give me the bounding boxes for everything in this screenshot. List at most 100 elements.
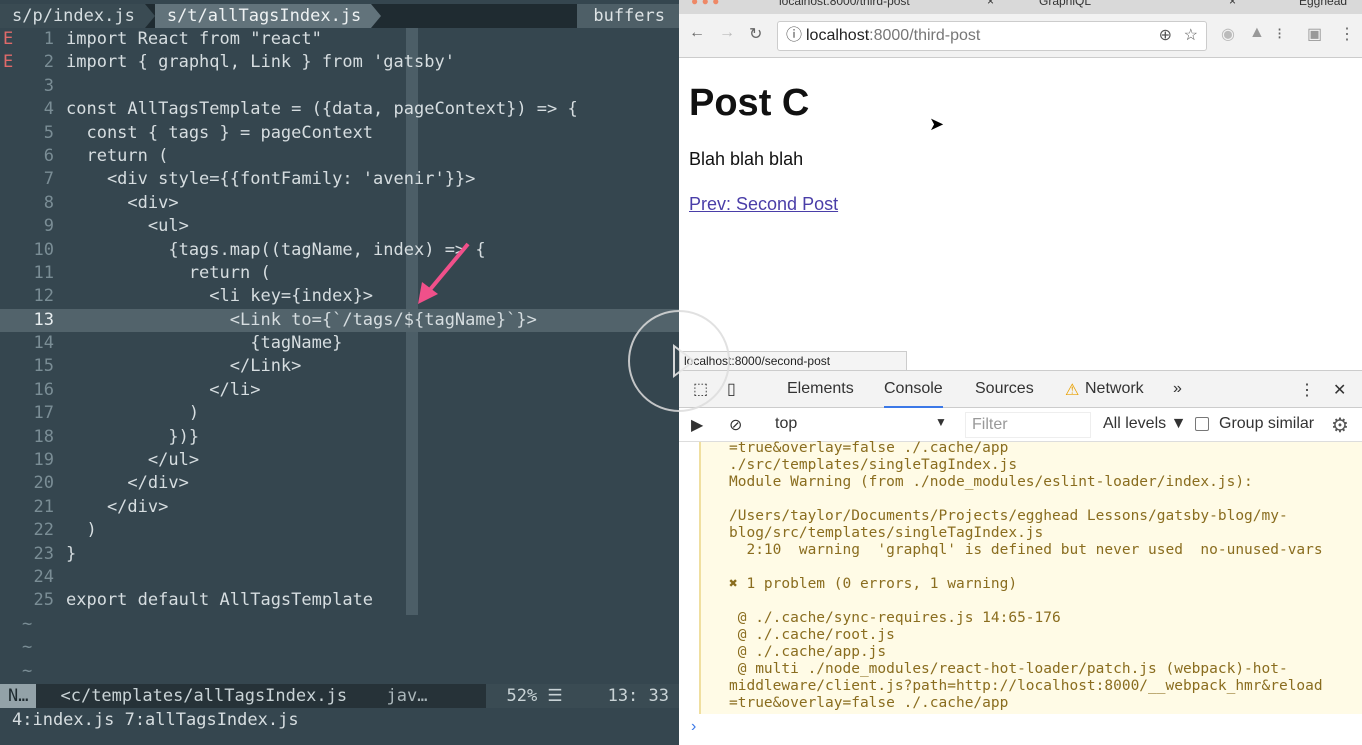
code-line[interactable]: E 2 import { graphql, Link } from 'gatsby' [0,51,679,74]
empty-line: ~ [0,613,679,636]
code-line[interactable]: 7 <div style={{fontFamily: 'avenir'}}> [0,168,679,191]
code-line[interactable]: 9 <ul> [0,215,679,238]
prev-post-link[interactable]: Prev: Second Post [689,194,1349,215]
bookmark-star-icon[interactable]: ☆ [1184,22,1198,50]
line-text: {tagName} [66,333,343,354]
code-line[interactable]: 21 </div> [0,496,679,519]
line-text: <div> [66,192,179,213]
filter-input[interactable]: Filter [965,412,1091,438]
back-icon[interactable]: ← [689,24,705,42]
console-line: middleware/client.js?path=http://localho… [729,678,1323,694]
line-number: 16 [33,379,54,400]
line-number: 18 [33,426,54,447]
code-line[interactable]: 8 <div> [0,192,679,215]
line-text: ) [66,520,97,541]
code-line[interactable]: 25 export default AllTagsTemplate [0,589,679,612]
code-line[interactable]: 13 <Link to={`/tags/${tagName}`}> [0,308,679,333]
code-line[interactable]: 18 })} [0,426,679,449]
tab-graphiql[interactable]: GraphiQL [1039,0,1091,14]
more-tabs-icon[interactable]: » [1173,380,1182,398]
code-line[interactable]: 4 const AllTagsTemplate = ({data, pageCon… [0,98,679,121]
code-editor[interactable]: s/p/index.js s/t/allTagsIndex.js buffers… [0,0,679,745]
group-similar-label: Group similar [1219,415,1315,432]
tab-close-icon[interactable]: × [987,0,994,14]
code-line[interactable]: E 1 import React from "react" [0,28,679,51]
address-bar[interactable]: ⓘ localhost:8000/third-post ⊕ ☆ [777,21,1207,51]
line-number: 6 [43,145,54,166]
line-number: 20 [33,473,54,494]
code-line[interactable]: 14 {tagName} [0,332,679,355]
line-number: 2 [43,52,54,73]
code-line[interactable]: 20 </div> [0,472,679,495]
extension-icon[interactable]: ▲ [1249,24,1265,42]
url-host: localhost [806,27,870,44]
tab-third-post[interactable]: localhost:8000/third-post [779,0,910,14]
status-file: <c/templates/allTagsIndex.js [60,686,348,706]
reload-icon[interactable]: ↻ [749,24,762,44]
clear-console-icon[interactable]: ⊘ [729,415,742,435]
code-line[interactable]: 5 const { tags } = pageContext [0,122,679,145]
code-line[interactable]: 19 </ul> [0,449,679,472]
line-number: 21 [33,496,54,517]
code-line[interactable]: 24 [0,566,679,589]
profile-label[interactable]: Egghead [1299,0,1347,14]
code-line[interactable]: 23} [0,543,679,566]
code-line[interactable]: 16 </li> [0,379,679,402]
tab-sources[interactable]: Sources [975,380,1034,398]
buffer-tab[interactable]: s/p/index.js [0,4,145,28]
status-position: 13: 33 [570,684,679,708]
status-line: N… <c/templates/allTagsIndex.js jav… 52%… [0,684,679,708]
code-line[interactable]: 11 return ( [0,262,679,285]
console-filter-bar: ▶ ⊘ top ▼ Filter All levels ▼ Group simi… [679,408,1362,442]
status-percent: 52% ☰ [486,684,571,708]
extension-icon[interactable]: ⁝ [1277,24,1282,44]
window-controls[interactable]: ● ● ● [691,0,719,14]
close-icon[interactable]: ✕ [1333,380,1346,400]
sidebar-toggle-icon[interactable]: ▶ [691,415,703,435]
console-line: @ ./.cache/root.js [729,627,895,643]
info-icon[interactable]: ⓘ [786,22,802,50]
tab-console[interactable]: Console [884,380,943,408]
post-title: Post C [689,82,810,124]
levels-select[interactable]: All levels ▼ [1103,415,1186,433]
context-select[interactable]: top [775,415,797,433]
code-line[interactable]: 6 return ( [0,145,679,168]
extension-icon[interactable]: ◉ [1221,24,1235,44]
devtools-menu-icon[interactable]: ⋮ [1299,380,1315,400]
buffer-tab-active[interactable]: s/t/allTagsIndex.js [154,4,372,28]
console-prompt[interactable]: › [691,718,696,736]
code-line[interactable]: 17 ) [0,402,679,425]
group-similar-checkbox[interactable] [1195,417,1209,431]
console-line: @ ./.cache/app.js [729,644,887,660]
console-line: ✖ 1 problem (0 errors, 1 warning) [729,576,1018,592]
tab-close-icon[interactable]: × [1229,0,1236,14]
line-number: 15 [33,356,54,377]
line-text: </ul> [66,450,200,471]
console-line: =true&overlay=false ./.cache/app [729,695,1009,711]
code-area[interactable]: E 1 import React from "react" E 2 import { gr… [0,28,679,683]
extension-icon[interactable]: ▣ [1307,24,1322,44]
settings-gear-icon[interactable]: ⚙ [1331,413,1349,438]
code-line[interactable]: 10 {tags.map((tagName, index) => { [0,239,679,262]
line-number: 11 [33,262,54,283]
code-line[interactable]: 12 <li key={index}> [0,285,679,308]
code-line[interactable]: 3 [0,75,679,98]
line-number: 3 [43,75,54,96]
tab-network[interactable]: Network [1085,380,1144,398]
empty-line: ~ [0,636,679,659]
chevron-down-icon[interactable]: ▼ [935,415,947,429]
console-output: =true&overlay=false ./.cache/app ./src/te… [729,440,1359,712]
zoom-icon[interactable]: ⊕ [1159,22,1172,50]
menu-icon[interactable]: ⋮ [1339,24,1355,44]
line-text: return ( [66,145,169,166]
console-line: Module Warning (from ./node_modules/esli… [729,474,1253,490]
line-text: return ( [66,262,271,283]
tab-elements[interactable]: Elements [787,380,854,398]
line-text: } [66,543,77,564]
forward-icon[interactable]: → [719,24,735,42]
device-toolbar-icon[interactable]: ▯ [727,379,736,399]
video-play-button[interactable] [628,310,730,412]
code-line[interactable]: 22 ) [0,519,679,542]
line-text: import React from "react" [66,29,322,49]
code-line[interactable]: 15 </Link> [0,355,679,378]
